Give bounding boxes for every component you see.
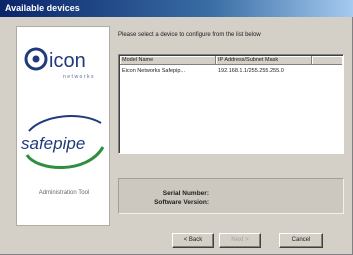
device-model-cell: Eicon Networks Safepip...	[122, 68, 185, 74]
back-button[interactable]: < Back	[172, 233, 214, 248]
list-header: Model Name IP Address/Subnet Mask	[120, 56, 342, 65]
device-list[interactable]: Model Name IP Address/Subnet Mask Eicon …	[118, 54, 344, 154]
title-bar[interactable]: Available devices	[0, 0, 353, 17]
serial-number-label: Serial Number:	[162, 190, 209, 197]
device-info-box: Serial Number: Software Version:	[118, 178, 344, 214]
column-header-ip[interactable]: IP Address/Subnet Mask	[216, 56, 312, 65]
branding-panel: icon networks safepipe Administration To…	[16, 26, 110, 226]
safepipe-logo-text: safepipe	[21, 134, 85, 153]
available-devices-dialog: Available devices icon networks safepipe…	[0, 0, 353, 255]
device-ip-cell: 192.168.1.1/255.255.255.0	[218, 68, 284, 74]
admin-tool-label: Administration Tool	[38, 190, 90, 196]
window-title: Available devices	[5, 3, 80, 13]
next-button[interactable]: Next >	[219, 233, 261, 248]
eicon-logo-text: icon	[49, 50, 86, 72]
column-header-filler	[312, 56, 342, 65]
instruction-text: Please select a device to configure from…	[118, 32, 261, 38]
safepipe-arc	[28, 115, 102, 132]
safepipe-logo: safepipe	[21, 115, 105, 170]
eicon-logo-subtext: networks	[63, 74, 95, 80]
device-row[interactable]: Eicon Networks Safepip... 192.168.1.1/25…	[120, 67, 342, 76]
column-header-model[interactable]: Model Name	[120, 56, 216, 65]
cancel-button[interactable]: Cancel	[279, 233, 323, 248]
eicon-logo: icon networks	[24, 47, 95, 80]
software-version-label: Software Version:	[154, 199, 209, 206]
eicon-logo-dot	[32, 55, 40, 63]
